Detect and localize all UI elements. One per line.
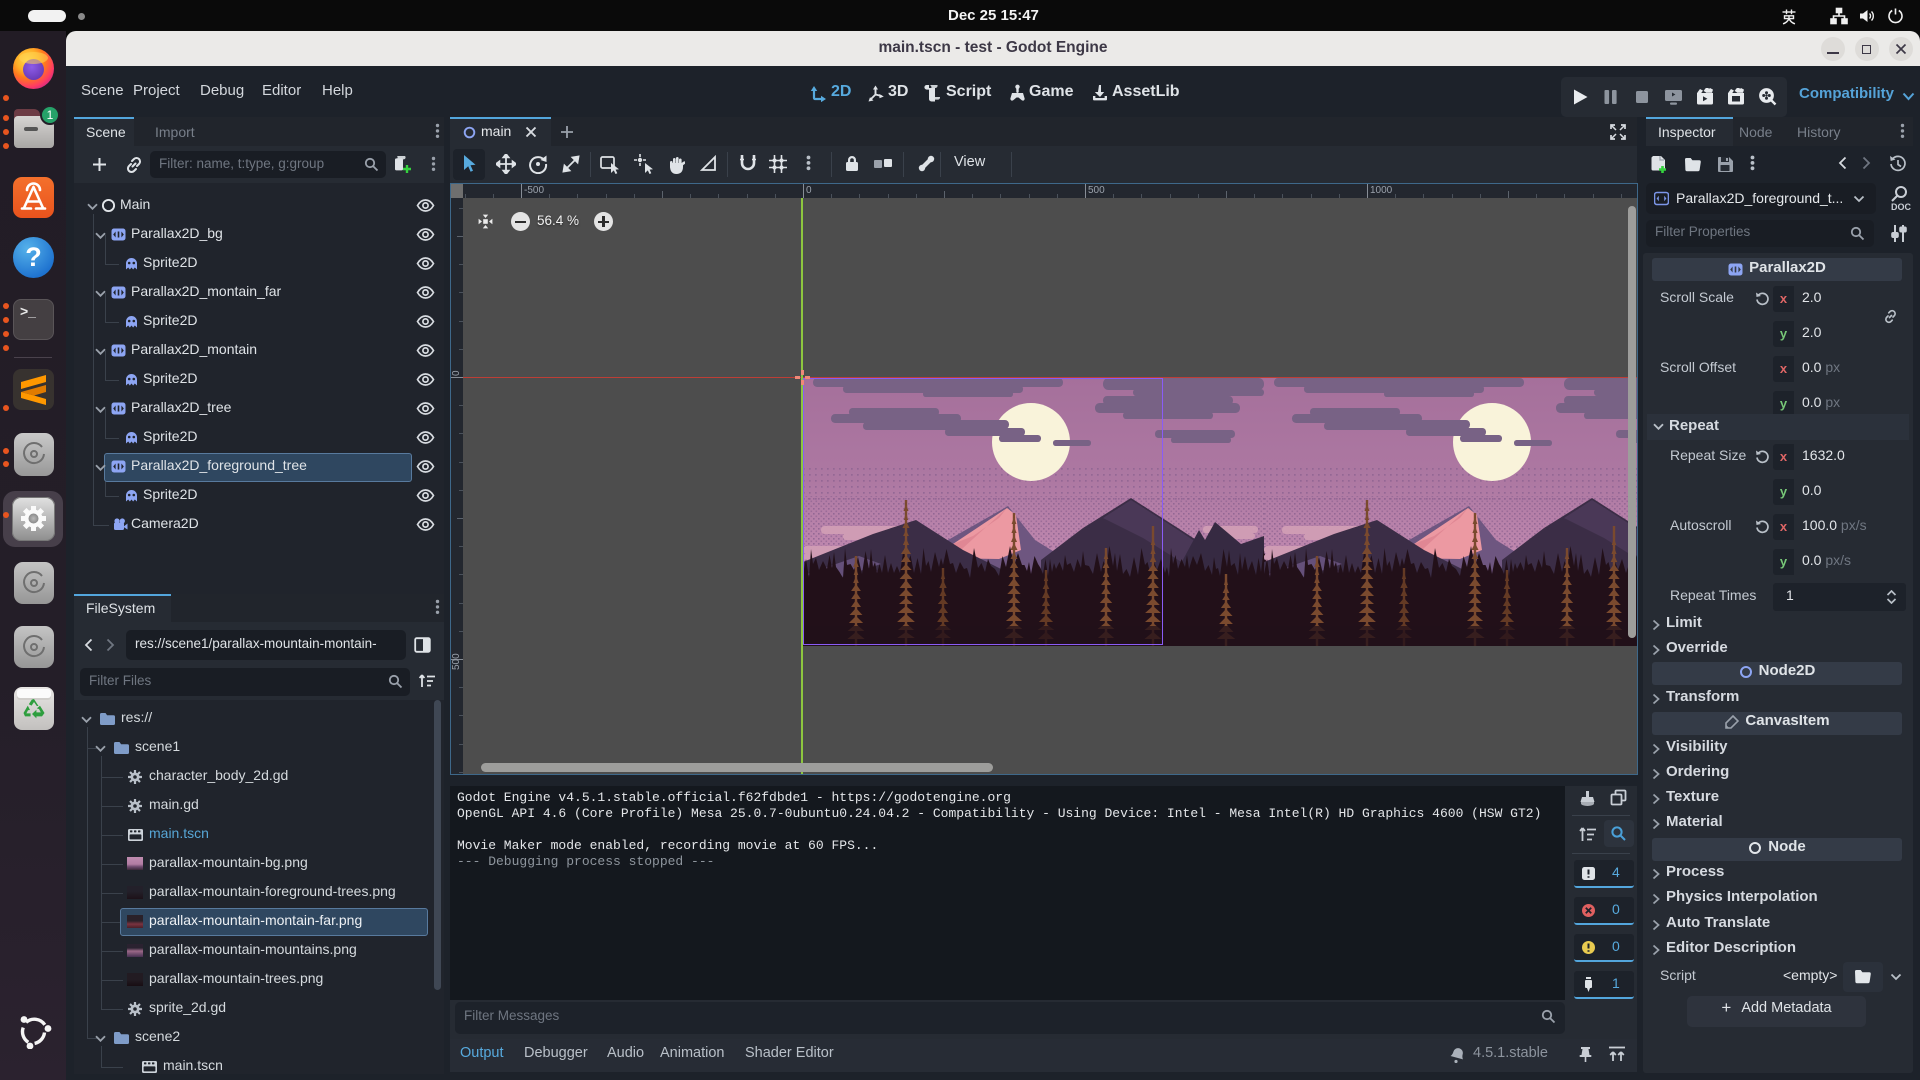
svg-text:DOC: DOC — [1891, 202, 1912, 212]
